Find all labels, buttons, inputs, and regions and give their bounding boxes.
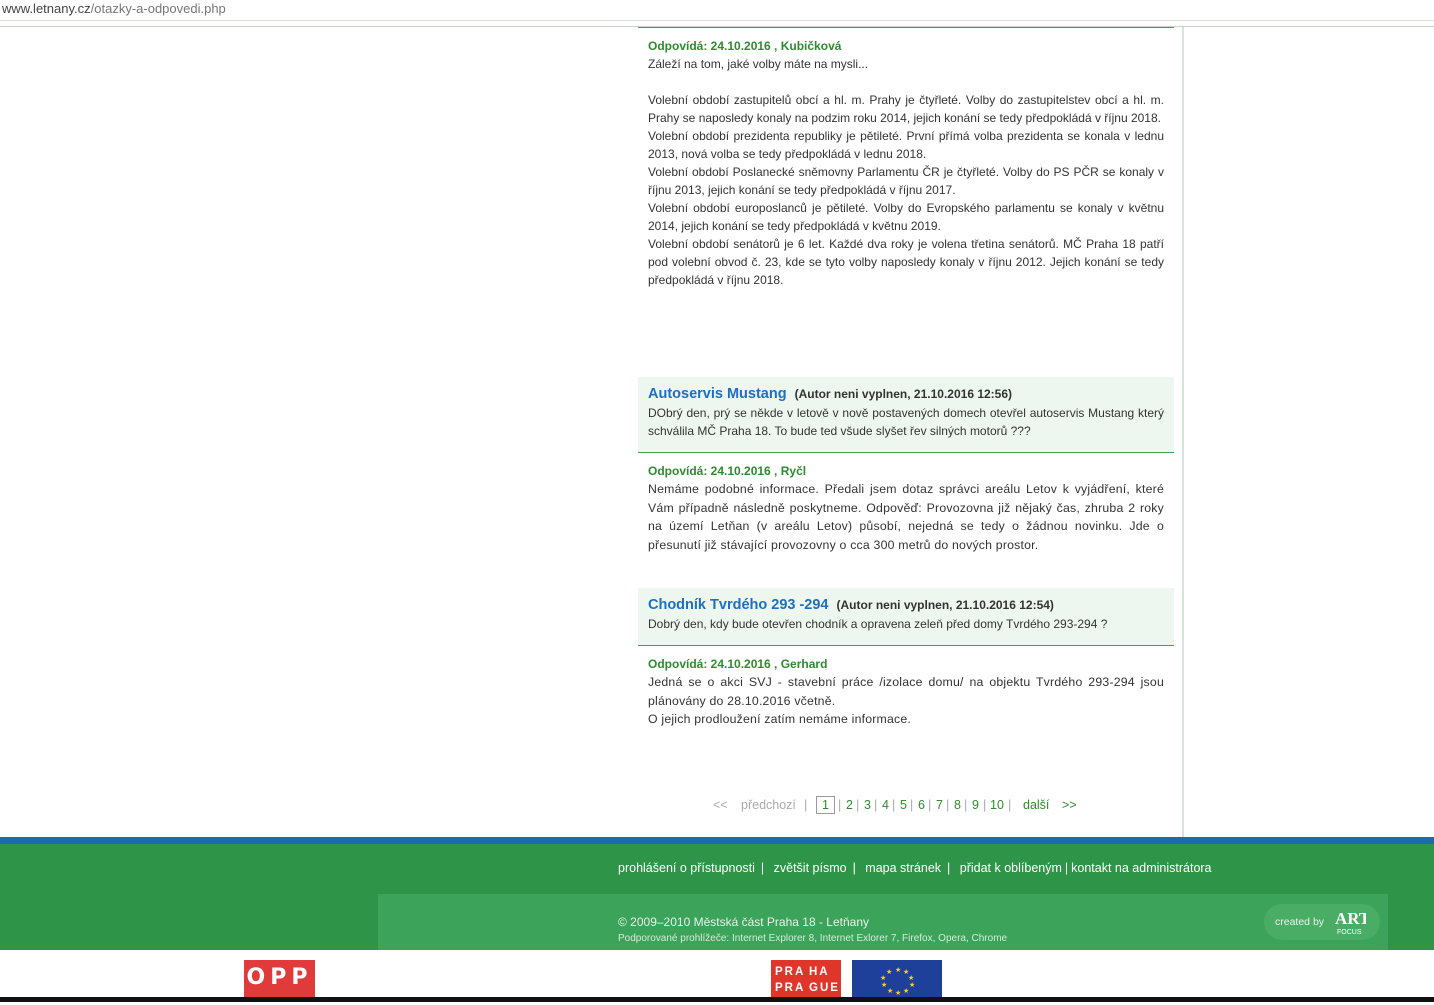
page-10-link[interactable]: 10 (990, 798, 1004, 812)
last-page-link[interactable]: >> (1062, 798, 1077, 812)
separator: | (874, 798, 878, 812)
answer-text: Jedná se o akci SVJ - stavební práce /iz… (648, 673, 1164, 729)
praha-logo-text: GUE (809, 982, 840, 994)
question-text: Dobrý den, kdy bude otevřen chodník a op… (648, 617, 1108, 631)
font-size-link[interactable]: zvětšit písmo (774, 861, 847, 875)
answer-line: Jedná se o akci SVJ - stavební práce /iz… (648, 675, 1164, 708)
divider (0, 20, 1434, 21)
contact-admin-link[interactable]: kontakt na administrátora (1071, 861, 1211, 875)
question-meta: (Autor neni vyplnen, 21.10.2016 12:54) (836, 598, 1054, 612)
page-2-link[interactable]: 2 (846, 798, 853, 812)
copyright: © 2009–2010 Městská část Praha 18 - Letň… (618, 915, 869, 929)
separator: | (852, 861, 856, 875)
answer-line: Volební období europoslanců je pětileté.… (648, 201, 1164, 233)
divider (638, 27, 1174, 28)
separator: | (838, 798, 842, 812)
answer-block: Odpovídá: 24.10.2016 , Kubičková Záleží … (648, 37, 1164, 289)
question-block: Chodník Tvrdého 293 -294 (Autor neni vypl… (638, 588, 1174, 646)
answer-text: Nemáme podobné informace. Předali jsem d… (648, 482, 1164, 552)
question-text: DObrý den, prý se někde v letově v nově … (648, 406, 1164, 438)
svg-text:★: ★ (895, 966, 901, 974)
page-9-link[interactable]: 9 (972, 798, 979, 812)
question-title-link[interactable]: Chodník Tvrdého 293 -294 (648, 597, 829, 613)
answer-line: Volební období senátorů je 6 let. Každé … (648, 237, 1164, 287)
partner-logos: OPP PRA HA PRA GUE ★ ★ ★ ★ ★ ★ ★ ★ ★ ★ (0, 950, 1434, 1002)
answer-block: Odpovídá: 24.10.2016 , Gerhard Jedná se … (648, 655, 1164, 729)
separator: | (910, 798, 914, 812)
separator: | (947, 861, 951, 875)
separator: | (804, 798, 808, 812)
add-favorites-link[interactable]: přidat k oblíbeným (960, 861, 1062, 875)
praha-logo-text: HA (809, 966, 830, 978)
svg-text:FOCUS: FOCUS (1337, 929, 1362, 936)
separator: | (983, 798, 987, 812)
separator: | (964, 798, 968, 812)
answer-line: Záleží na tom, jaké volby máte na mysli.… (648, 57, 869, 71)
url-host: www.letnany.cz (2, 1, 91, 16)
next-page-link[interactable]: další (1023, 798, 1049, 812)
separator: | (946, 798, 950, 812)
column-divider (1182, 27, 1184, 837)
prev-page-link[interactable]: předchozí (741, 798, 796, 812)
page-7-link[interactable]: 7 (936, 798, 943, 812)
praha-logo[interactable]: PRA HA PRA GUE (771, 960, 841, 998)
supported-browsers: Podporované prohlížeče: Internet Explore… (618, 933, 1008, 944)
eu-stars-icon: ★ ★ ★ ★ ★ ★ ★ ★ ★ ★ (880, 966, 915, 997)
page-4-link[interactable]: 4 (882, 798, 889, 812)
address-bar[interactable]: www.letnany.cz/otazky-a-odpovedi.php (0, 0, 1434, 20)
separator: | (928, 798, 932, 812)
url-path: /otazky-a-odpovedi.php (90, 1, 226, 16)
separator: | (1008, 798, 1012, 812)
separator: | (1064, 861, 1069, 875)
footer: prohlášení o přístupnosti | zvětšit písmo… (0, 844, 1434, 950)
opp-logo[interactable]: OPP (244, 960, 315, 998)
question-meta: (Autor neni vyplnen, 21.10.2016 12:56) (794, 387, 1013, 401)
page-1-current[interactable]: 1 (816, 796, 835, 814)
answer-text: Záleží na tom, jaké volby máte na mysli.… (648, 55, 1164, 289)
page-8-link[interactable]: 8 (954, 798, 961, 812)
separator: | (892, 798, 896, 812)
page-6-link[interactable]: 6 (918, 798, 925, 812)
first-page-link[interactable]: << (713, 798, 728, 812)
answer-blank-line (648, 73, 1164, 91)
answer-line: Volební období prezidenta republiky je p… (648, 129, 1164, 161)
answer-line: Volební období Poslanecké sněmovny Parla… (648, 165, 1164, 197)
created-by-badge[interactable]: created by ART FOCUS (1264, 904, 1380, 940)
answer-header: Odpovídá: 24.10.2016 , Gerhard (648, 657, 828, 671)
eu-flag-logo[interactable]: ★ ★ ★ ★ ★ ★ ★ ★ ★ ★ (852, 960, 942, 1000)
created-by-label: created by (1275, 916, 1325, 928)
svg-text:★: ★ (887, 987, 893, 995)
footer-links: prohlášení o přístupnosti | zvětšit písmo… (618, 861, 1212, 875)
separator: | (760, 861, 765, 875)
praha-logo-text: PRA (775, 966, 806, 978)
answer-header: Odpovídá: 24.10.2016 , Ryčl (648, 464, 807, 478)
artfocus-logo: ART FOCUS (1335, 909, 1366, 936)
sitemap-link[interactable]: mapa stránek (865, 861, 941, 875)
svg-text:★: ★ (881, 981, 887, 989)
praha-logo-text: PRA (775, 982, 806, 994)
footer-panel: © 2009–2010 Městská část Praha 18 - Letň… (378, 894, 1388, 950)
page-5-link[interactable]: 5 (900, 798, 907, 812)
page-3-link[interactable]: 3 (864, 798, 871, 812)
svg-text:★: ★ (909, 981, 915, 989)
question-title-link[interactable]: Autoservis Mustang (648, 386, 787, 402)
svg-text:★: ★ (886, 968, 892, 976)
svg-text:★: ★ (895, 989, 901, 997)
bottom-edge-bar (0, 997, 1434, 1002)
question-block: Autoservis Mustang (Autor neni vyplnen, 2… (638, 377, 1174, 453)
answer-line: O jejich prodloužení zatím nemáme inform… (648, 712, 912, 727)
answer-header: Odpovídá: 24.10.2016 , Kubičková (648, 39, 842, 53)
svg-text:ART: ART (1335, 909, 1366, 928)
answer-line: Volební období zastupitelů obcí a hl. m.… (648, 93, 1164, 125)
answer-block: Odpovídá: 24.10.2016 , Ryčl Nemáme podob… (648, 462, 1164, 554)
svg-text:★: ★ (903, 987, 909, 995)
footer-accent-bar (0, 837, 1434, 844)
separator: | (856, 798, 860, 812)
accessibility-link[interactable]: prohlášení o přístupnosti (618, 861, 755, 875)
